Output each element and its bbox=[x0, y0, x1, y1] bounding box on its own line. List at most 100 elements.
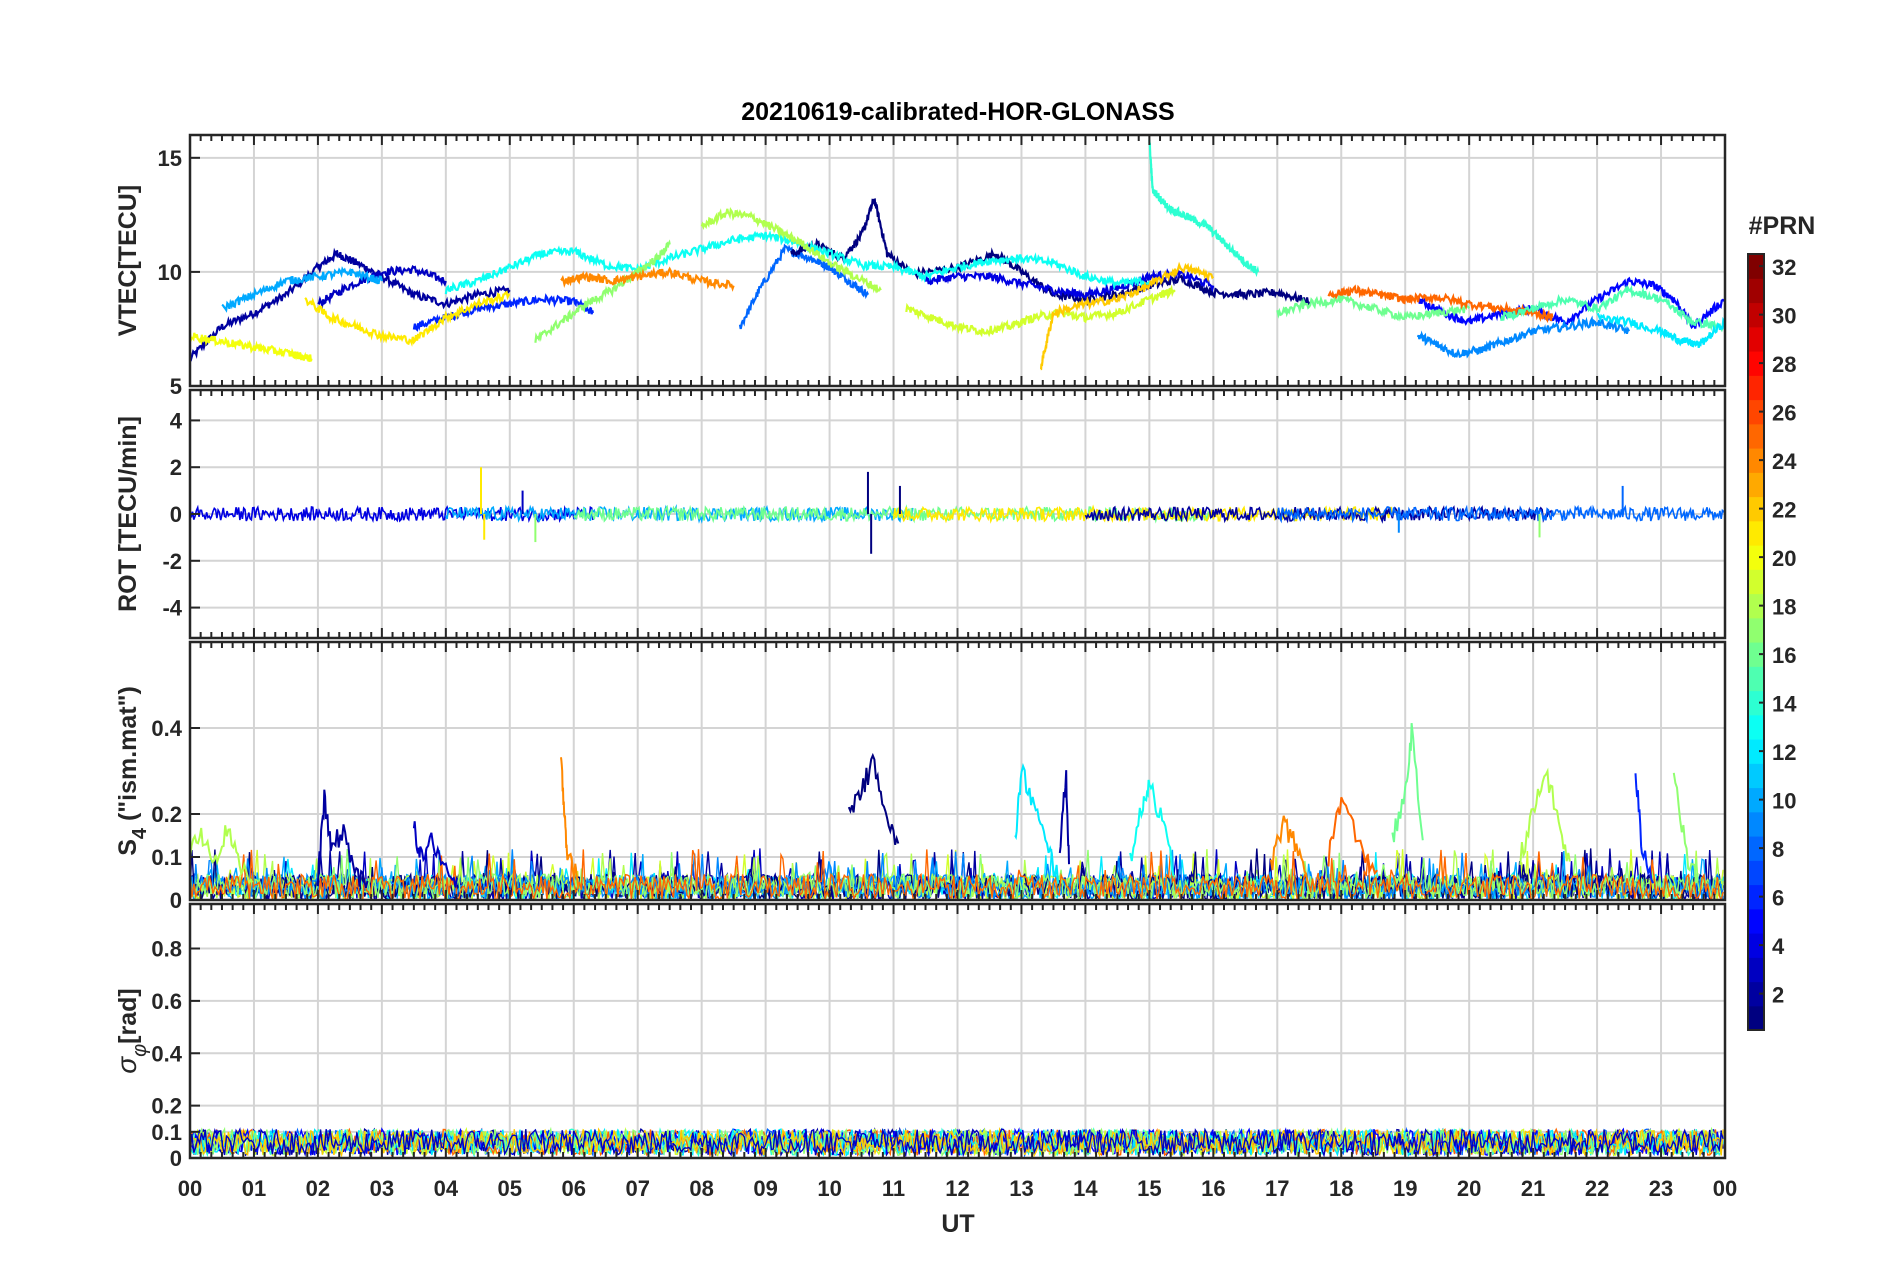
x-tick-label: 03 bbox=[370, 1176, 394, 1201]
colorbar-band bbox=[1748, 957, 1764, 983]
x-tick-label: 17 bbox=[1265, 1176, 1289, 1201]
series-prn-17 bbox=[534, 239, 671, 343]
s4-burst-prn-18 bbox=[1519, 767, 1571, 865]
panels: 51015VTEC[TECU] -4 -2 0 2 4 ROT [TECU/min] 0 0.1… bbox=[111, 133, 1727, 1171]
colorbar-tick-label: 2 bbox=[1772, 983, 1784, 1008]
series-prn-6 bbox=[412, 293, 594, 332]
colorbar-band bbox=[1748, 763, 1764, 789]
panel-sigma: 00.10.2 0.4 0.6 0.8 σφ[rad] bbox=[111, 902, 1727, 1171]
y-tick-label: 0.1 bbox=[151, 1120, 182, 1145]
colorbar-band bbox=[1748, 569, 1764, 595]
s4-burst-prn-18 bbox=[190, 825, 254, 886]
panel-rot: -4 -2 0 2 4 ROT [TECU/min] bbox=[114, 388, 1727, 640]
colorbar-tick-label: 26 bbox=[1772, 401, 1796, 426]
y-axis-label-suffix: ("ism.mat") bbox=[114, 686, 142, 828]
colorbar-tick-label: 4 bbox=[1772, 934, 1785, 959]
y-tick-label: 0.6 bbox=[151, 989, 182, 1014]
x-tick-label: 04 bbox=[434, 1176, 459, 1201]
colorbar-tick-label: 14 bbox=[1772, 692, 1797, 717]
x-tick-label: 12 bbox=[945, 1176, 969, 1201]
s4-burst-prn-25 bbox=[1327, 796, 1378, 876]
y-tick-label: 4 bbox=[170, 408, 183, 433]
x-axis-label: UT bbox=[941, 1210, 974, 1238]
x-tick-label: 01 bbox=[242, 1176, 266, 1201]
x-tick-label: 05 bbox=[498, 1176, 522, 1201]
x-tick-label: 10 bbox=[817, 1176, 841, 1201]
x-tick-label: 09 bbox=[753, 1176, 777, 1201]
y-axis-label-suffix: [rad] bbox=[114, 988, 142, 1044]
y-tick-label: 0 bbox=[170, 502, 182, 527]
x-tick-label: 08 bbox=[689, 1176, 713, 1201]
colorbar-band bbox=[1748, 617, 1764, 643]
s4-burst-prn-16 bbox=[1391, 722, 1424, 843]
x-tick-label: 21 bbox=[1521, 1176, 1545, 1201]
series-prn-10 bbox=[221, 266, 383, 313]
x-tick-label: 11 bbox=[882, 1176, 905, 1201]
y-axis-label-s4: S4 ("ism.mat") bbox=[114, 686, 151, 856]
colorbar-tick-label: 20 bbox=[1772, 546, 1796, 571]
y-tick-label: 10 bbox=[158, 260, 182, 285]
colorbar-band bbox=[1748, 1005, 1764, 1031]
series-prn-25 bbox=[1327, 284, 1554, 324]
x-tick-label: 18 bbox=[1329, 1176, 1353, 1201]
colorbar: 2468101214161820222426283032 bbox=[1747, 253, 1797, 1031]
panel-vtec: 5 10 15 VTEC[TECU] bbox=[114, 133, 1727, 399]
s4-burst-prn-24 bbox=[560, 757, 580, 889]
colorbar-tick-label: 16 bbox=[1772, 643, 1796, 668]
colorbar-band bbox=[1748, 714, 1764, 740]
x-tick-label: 20 bbox=[1457, 1176, 1481, 1201]
y-tick-label: 0.2 bbox=[151, 1094, 182, 1119]
y-axis-label-sub: φ bbox=[129, 1044, 151, 1057]
colorbar-label: #PRN bbox=[1749, 212, 1816, 240]
y-tick-label: -4 bbox=[162, 596, 182, 621]
y-tick-label: 2 bbox=[170, 455, 182, 480]
x-tick-label: 23 bbox=[1649, 1176, 1673, 1201]
colorbar-band bbox=[1748, 811, 1764, 837]
panel-s4: 0 0.1 0.2 0.4S4 ("ism.mat") bbox=[114, 640, 1727, 913]
colorbar-band bbox=[1748, 520, 1764, 546]
x-tick-label: 07 bbox=[625, 1176, 649, 1201]
y-axis-label-vtec: VTEC[TECU] bbox=[114, 185, 142, 336]
colorbar-tick-label: 18 bbox=[1772, 595, 1796, 620]
x-axis: 00 01 02 03 04 05 06 07 08 09 10 11 12 13 14 15 16 17 18 19… bbox=[178, 1176, 1737, 1201]
x-tick-label: 00 bbox=[178, 1176, 202, 1201]
series-prn-15 bbox=[1500, 284, 1725, 333]
x-tick-label: 19 bbox=[1393, 1176, 1417, 1201]
x-tick-label: 13 bbox=[1009, 1176, 1033, 1201]
colorbar-tick-label: 22 bbox=[1772, 498, 1796, 523]
y-tick-label: 0.1 bbox=[151, 845, 182, 870]
colorbar-tick-label: 12 bbox=[1772, 740, 1796, 765]
colorbar-band bbox=[1748, 326, 1764, 352]
x-tick-label: 15 bbox=[1137, 1176, 1161, 1201]
colorbar-tick-label: 6 bbox=[1772, 886, 1784, 911]
colorbar-band bbox=[1748, 860, 1764, 886]
colorbar-band bbox=[1748, 423, 1764, 449]
colorbar-band bbox=[1748, 278, 1764, 304]
colorbar-tick-label: 8 bbox=[1772, 837, 1784, 862]
series-prn-8 bbox=[738, 243, 869, 330]
y-tick-label: 0.8 bbox=[151, 937, 182, 962]
series-prn-21 bbox=[304, 290, 510, 347]
colorbar-tick-label: 30 bbox=[1772, 304, 1796, 329]
series-prn-14 bbox=[1148, 139, 1260, 278]
x-tick-label: 22 bbox=[1585, 1176, 1609, 1201]
y-axis-label-main: S bbox=[114, 839, 142, 856]
colorbar-band bbox=[1748, 908, 1764, 934]
x-tick-label: 06 bbox=[562, 1176, 586, 1201]
colorbar-band bbox=[1748, 472, 1764, 498]
x-tick-label: 00 bbox=[1713, 1176, 1737, 1201]
y-tick-label: 0 bbox=[170, 888, 182, 913]
series-prn-19 bbox=[905, 284, 1176, 338]
figure: 20210619-calibrated-HOR-GLONASS 5 10 15 VTE… bbox=[111, 98, 1816, 1238]
colorbar-band bbox=[1748, 666, 1764, 692]
x-tick-label: 02 bbox=[306, 1176, 330, 1201]
y-tick-label: 0.4 bbox=[151, 716, 182, 741]
y-axis-label-rot: ROT [TECU/min] bbox=[114, 416, 142, 612]
colorbar-tick-label: 24 bbox=[1772, 449, 1797, 474]
x-tick-label: 16 bbox=[1201, 1176, 1225, 1201]
y-tick-label: -2 bbox=[162, 549, 182, 574]
s4-burst-prn-1 bbox=[847, 752, 900, 846]
s4-burst-prn-2 bbox=[1058, 770, 1070, 865]
colorbar-tick-label: 10 bbox=[1772, 789, 1796, 814]
y-axis-label-sigma: σφ[rad] bbox=[111, 988, 151, 1074]
